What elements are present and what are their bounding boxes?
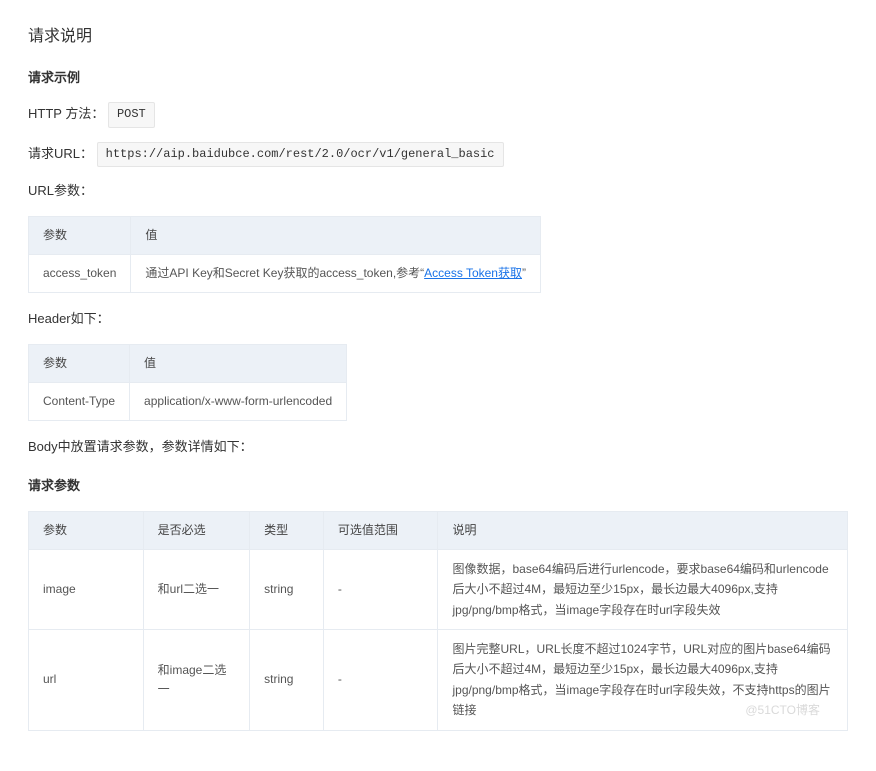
params-table: 参数 是否必选 类型 可选值范围 说明 image 和url二选一 string…: [28, 511, 848, 731]
table-row: image 和url二选一 string - 图像数据，base64编码后进行u…: [29, 549, 848, 629]
col-param: 参数: [29, 344, 130, 382]
params-heading: 请求参数: [28, 476, 848, 497]
cell-param: url: [29, 630, 144, 731]
http-method-line: HTTP 方法： POST: [28, 102, 848, 127]
col-param: 参数: [29, 511, 144, 549]
col-desc: 说明: [438, 511, 848, 549]
header-table: 参数 值 Content-Type application/x-www-form…: [28, 344, 347, 421]
cell-param: access_token: [29, 254, 131, 292]
table-row: url 和image二选一 string - 图片完整URL，URL长度不超过1…: [29, 630, 848, 731]
cell-value-post: ”: [522, 266, 526, 280]
url-params-label: URL参数：: [28, 181, 848, 202]
request-url-value: https://aip.baidubce.com/rest/2.0/ocr/v1…: [97, 142, 504, 167]
cell-param: image: [29, 549, 144, 629]
cell-param: Content-Type: [29, 382, 130, 420]
cell-range: -: [323, 630, 438, 731]
cell-value-pre: 通过API Key和Secret Key获取的access_token,参考“: [145, 266, 424, 280]
col-required: 是否必选: [143, 511, 249, 549]
request-url-line: 请求URL： https://aip.baidubce.com/rest/2.0…: [28, 142, 848, 167]
table-row: access_token 通过API Key和Secret Key获取的acce…: [29, 254, 541, 292]
body-label: Body中放置请求参数，参数详情如下：: [28, 437, 848, 458]
cell-required: 和url二选一: [143, 549, 249, 629]
cell-desc: 图像数据，base64编码后进行urlencode，要求base64编码和url…: [438, 549, 848, 629]
example-heading: 请求示例: [28, 68, 848, 89]
url-params-table: 参数 值 access_token 通过API Key和Secret Key获取…: [28, 216, 541, 293]
cell-type: string: [250, 549, 324, 629]
col-value: 值: [130, 344, 347, 382]
cell-value: application/x-www-form-urlencoded: [130, 382, 347, 420]
col-param: 参数: [29, 216, 131, 254]
cell-desc: 图片完整URL，URL长度不超过1024字节，URL对应的图片base64编码后…: [438, 630, 848, 731]
cell-required: 和image二选一: [143, 630, 249, 731]
page-title: 请求说明: [28, 24, 848, 50]
cell-type: string: [250, 630, 324, 731]
cell-value: 通过API Key和Secret Key获取的access_token,参考“A…: [131, 254, 541, 292]
http-method-value: POST: [108, 102, 155, 127]
cell-range: -: [323, 549, 438, 629]
table-row: Content-Type application/x-www-form-urle…: [29, 382, 347, 420]
http-method-label: HTTP 方法：: [28, 106, 104, 121]
access-token-link[interactable]: Access Token获取: [424, 266, 522, 280]
request-url-label: 请求URL：: [28, 146, 93, 161]
header-label: Header如下：: [28, 309, 848, 330]
col-value: 值: [131, 216, 541, 254]
col-type: 类型: [250, 511, 324, 549]
col-range: 可选值范围: [323, 511, 438, 549]
